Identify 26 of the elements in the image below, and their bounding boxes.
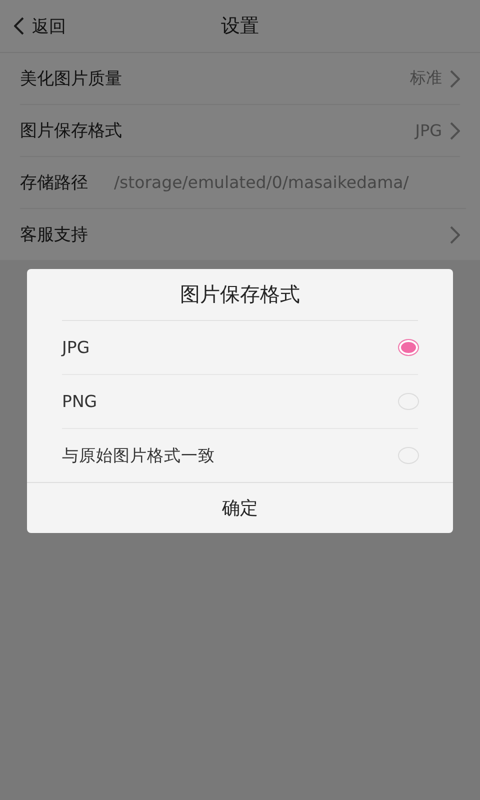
setting-value: JPG <box>415 121 442 140</box>
chevron-right-icon <box>450 122 460 140</box>
radio-button[interactable] <box>398 339 419 356</box>
setting-label: 图片保存格式 <box>20 120 122 142</box>
setting-label: 存储路径 <box>20 172 88 194</box>
chevron-left-icon <box>14 17 24 35</box>
setting-value: 标准 <box>410 68 442 89</box>
dialog-title: 图片保存格式 <box>180 281 300 308</box>
option-label: JPG <box>62 338 90 357</box>
settings-row[interactable]: 美化图片质量 标准 <box>20 53 460 105</box>
settings-row[interactable]: 存储路径 /storage/emulated/0/masaikedama/ <box>20 157 466 209</box>
confirm-button[interactable]: 确定 <box>27 482 453 533</box>
format-option[interactable]: JPG <box>62 321 418 375</box>
chevron-right-icon <box>450 70 460 88</box>
setting-label: 客服支持 <box>20 224 88 246</box>
setting-label: 美化图片质量 <box>20 68 122 90</box>
settings-row[interactable]: 图片保存格式 JPG <box>20 105 460 157</box>
settings-row[interactable]: 客服支持 <box>20 209 460 260</box>
page-title: 设置 <box>221 14 259 39</box>
option-label: PNG <box>62 392 98 411</box>
back-button[interactable]: 返回 <box>0 0 80 52</box>
chevron-right-icon <box>450 226 460 244</box>
option-label: 与原始图片格式一致 <box>62 444 215 466</box>
format-option[interactable]: PNG <box>62 375 418 429</box>
storage-path: /storage/emulated/0/masaikedama/ <box>114 173 409 192</box>
format-option[interactable]: 与原始图片格式一致 <box>62 429 418 482</box>
